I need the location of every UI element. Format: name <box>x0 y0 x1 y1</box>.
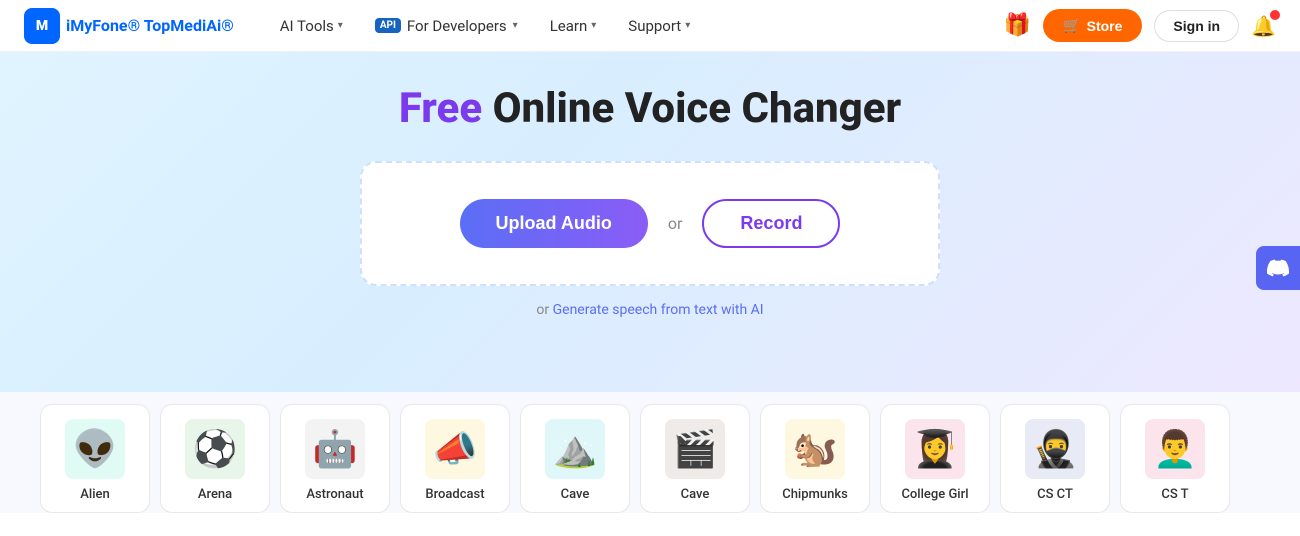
notification-bell[interactable]: 🔔 <box>1251 14 1276 38</box>
hero-section: Free Online Voice Changer Upload Audio o… <box>0 52 1300 392</box>
nav-right: 🎁 🛒 Store Sign in 🔔 <box>1004 9 1276 42</box>
chevron-down-icon: ▾ <box>338 20 343 31</box>
navbar: M iMyFone® TopMediAi® AI Tools ▾ API For… <box>0 0 1300 52</box>
generate-speech-link[interactable]: Generate speech from text with AI <box>553 302 764 318</box>
voice-card-astronaut[interactable]: 🤖 Astronaut <box>280 404 390 513</box>
record-button[interactable]: Record <box>702 199 840 248</box>
chipmunks-label: Chipmunks <box>782 487 848 502</box>
nav-item-ai-tools[interactable]: AI Tools ▾ <box>266 11 357 41</box>
chipmunks-icon: 🐿️ <box>785 419 845 479</box>
logo[interactable]: M iMyFone® TopMediAi® <box>24 8 234 44</box>
arena-icon: ⚽ <box>185 419 245 479</box>
upload-audio-button[interactable]: Upload Audio <box>460 199 648 248</box>
cave1-label: Cave <box>561 487 590 502</box>
alien-icon: 👽 <box>65 419 125 479</box>
voice-card-arena[interactable]: ⚽ Arena <box>160 404 270 513</box>
generate-text: or Generate speech from text with AI <box>536 302 763 318</box>
cst-label: CS T <box>1161 487 1188 502</box>
voice-card-cst[interactable]: 👨‍🦱 CS T <box>1120 404 1230 513</box>
college-girl-icon: 👩‍🎓 <box>905 419 965 479</box>
nav-item-support[interactable]: Support ▾ <box>614 11 704 41</box>
chevron-down-icon: ▾ <box>513 20 518 31</box>
discord-button[interactable] <box>1256 246 1300 290</box>
voice-card-broadcast[interactable]: 📣 Broadcast <box>400 404 510 513</box>
logo-text: iMyFone® TopMediAi® <box>66 16 234 35</box>
cave1-icon: ⛰️ <box>545 419 605 479</box>
arena-label: Arena <box>198 487 232 502</box>
cave2-icon: 🎬 <box>665 419 725 479</box>
nav-item-for-developers[interactable]: API For Developers ▾ <box>361 11 532 41</box>
gift-icon: 🎁 <box>1004 13 1031 38</box>
astronaut-label: Astronaut <box>306 487 363 502</box>
voice-card-cave2[interactable]: 🎬 Cave <box>640 404 750 513</box>
cst-icon: 👨‍🦱 <box>1145 419 1205 479</box>
chevron-down-icon: ▾ <box>591 20 596 31</box>
broadcast-label: Broadcast <box>425 487 484 502</box>
voice-card-chipmunks[interactable]: 🐿️ Chipmunks <box>760 404 870 513</box>
upload-row: Upload Audio or Record <box>460 199 841 248</box>
nav-item-learn[interactable]: Learn ▾ <box>536 11 611 41</box>
voice-card-college-girl[interactable]: 👩‍🎓 College Girl <box>880 404 990 513</box>
notification-badge <box>1270 10 1280 20</box>
cave2-label: Cave <box>681 487 710 502</box>
nav-links: AI Tools ▾ API For Developers ▾ Learn ▾ … <box>266 11 1004 41</box>
voice-card-alien[interactable]: 👽 Alien <box>40 404 150 513</box>
logo-icon: M <box>24 8 60 44</box>
hero-title: Free Online Voice Changer <box>399 84 901 133</box>
store-button[interactable]: 🛒 Store <box>1043 9 1142 42</box>
voice-card-cave1[interactable]: ⛰️ Cave <box>520 404 630 513</box>
voices-section: 👽 Alien ⚽ Arena 🤖 Astronaut 📣 Broadcast ⛰️ Cave 🎬 C… <box>0 392 1300 513</box>
or-separator: or <box>668 214 683 233</box>
api-badge: API <box>375 18 401 33</box>
signin-button[interactable]: Sign in <box>1154 10 1239 42</box>
cart-icon: 🛒 <box>1063 17 1080 34</box>
upload-box: Upload Audio or Record <box>360 161 940 286</box>
csct-label: CS CT <box>1037 487 1073 502</box>
voice-card-csct[interactable]: 🥷 CS CT <box>1000 404 1110 513</box>
broadcast-icon: 📣 <box>425 419 485 479</box>
college-girl-label: College Girl <box>901 487 968 502</box>
chevron-down-icon: ▾ <box>685 20 690 31</box>
csct-icon: 🥷 <box>1025 419 1085 479</box>
alien-label: Alien <box>80 487 109 502</box>
astronaut-icon: 🤖 <box>305 419 365 479</box>
